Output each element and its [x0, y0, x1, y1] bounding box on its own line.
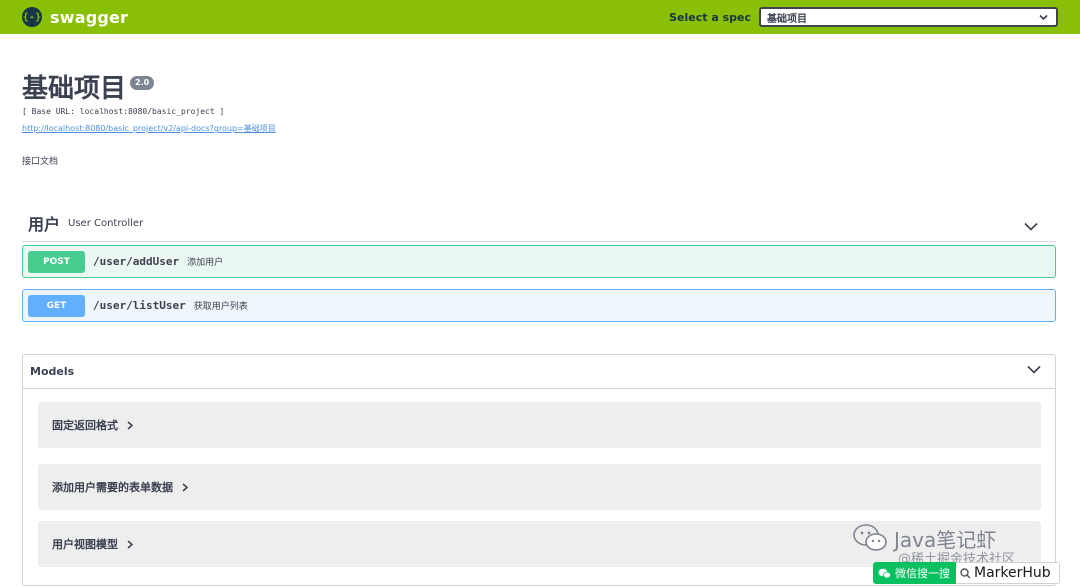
chevron-right-icon [182, 482, 188, 492]
wechat-search-bar: 微信搜一搜 MarkerHub [873, 562, 1060, 584]
api-description: 接口文档 [22, 157, 59, 167]
operation-get-listuser[interactable]: GET /user/listUser 获取用户列表 [22, 289, 1056, 322]
model-item[interactable]: 添加用户需要的表单数据 [38, 464, 1041, 510]
models-header[interactable]: Models [23, 355, 1055, 389]
chevron-down-icon[interactable] [1027, 364, 1041, 377]
operation-summary: 添加用户 [187, 258, 224, 268]
model-name: 添加用户需要的表单数据 [52, 481, 173, 494]
method-badge: POST [28, 250, 85, 273]
chevron-down-icon [1039, 13, 1048, 24]
method-badge: GET [28, 294, 85, 317]
wechat-search-label: 微信搜一搜 [873, 562, 956, 584]
api-docs-link[interactable]: http://localhost:8080/basic_project/v2/a… [22, 123, 276, 134]
brand-name: swagger [50, 7, 129, 27]
tag-description: User Controller [68, 217, 144, 229]
title-row: 基础项目 2.0 [22, 72, 1056, 106]
operation-path: /user/addUser [93, 255, 180, 268]
operation-path: /user/listUser [93, 299, 186, 312]
search-icon [960, 567, 971, 578]
search-term-text: MarkerHub [974, 565, 1051, 581]
chevron-down-icon[interactable] [1024, 216, 1038, 235]
spec-selector: Select a spec 基础项目 [669, 7, 1058, 27]
wechat-search-term: MarkerHub [956, 562, 1060, 584]
api-info: 基础项目 2.0 [ Base URL: localhost:8080/basi… [22, 72, 1056, 167]
model-item[interactable]: 固定返回格式 [38, 402, 1041, 448]
model-name: 用户视图模型 [52, 538, 118, 551]
page-title: 基础项目 [22, 74, 127, 104]
operation-post-adduser[interactable]: POST /user/addUser 添加用户 [22, 245, 1056, 278]
tag-section-header[interactable]: 用户 User Controller [22, 205, 1056, 242]
chevron-right-icon [127, 420, 133, 430]
swagger-logo-icon: {-} [22, 7, 42, 27]
tag-name: 用户 [28, 215, 61, 234]
spec-label: Select a spec [669, 10, 751, 24]
operation-summary: 获取用户列表 [193, 302, 248, 312]
models-title: Models [30, 365, 75, 378]
topbar: {-} swagger Select a spec 基础项目 [0, 0, 1080, 34]
model-name: 固定返回格式 [52, 419, 118, 432]
search-label-text: 微信搜一搜 [895, 567, 950, 580]
wechat-icon [852, 523, 888, 553]
chevron-right-icon [127, 539, 133, 549]
wechat-small-icon [878, 568, 891, 578]
base-url: [ Base URL: localhost:8080/basic_project… [22, 107, 225, 116]
swagger-brand[interactable]: {-} swagger [22, 7, 128, 27]
version-badge: 2.0 [130, 76, 155, 90]
spec-select[interactable]: 基础项目 [759, 7, 1058, 27]
spec-select-value: 基础项目 [767, 13, 807, 25]
